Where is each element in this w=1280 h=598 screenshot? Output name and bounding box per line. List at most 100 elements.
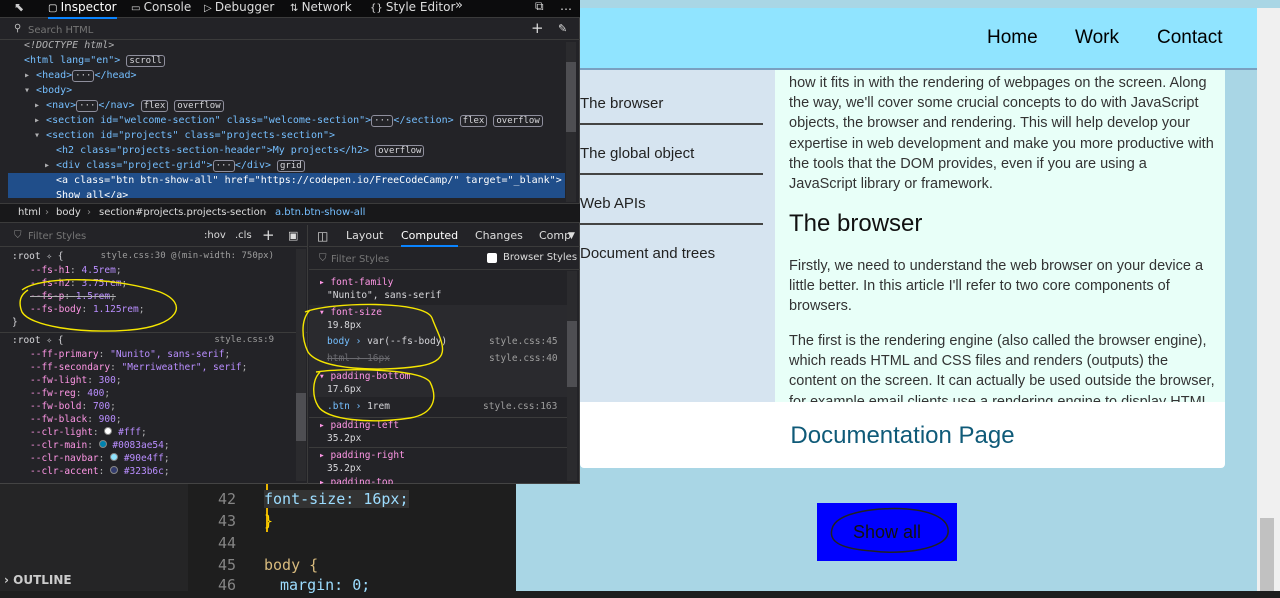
color-swatch[interactable]	[110, 453, 119, 461]
computed-filter-input[interactable]	[331, 252, 471, 266]
breadcrumb-anchor[interactable]: a.btn.btn-show-all	[275, 204, 365, 222]
tree-node-project-grid[interactable]: ▸ <div class="project-grid"> ··· </div> gr…	[44, 158, 305, 173]
browser-styles-checkbox[interactable]	[487, 253, 497, 263]
markup-tree: <!DOCTYPE html> <html lang="en"> scroll …	[0, 40, 565, 198]
search-html-input[interactable]	[28, 23, 508, 37]
css-declaration[interactable]: --clr-navbar: #90e4ff;	[30, 453, 170, 466]
color-swatch[interactable]	[98, 440, 107, 448]
rule-close: }	[12, 317, 18, 328]
computed-value: "Nunito", sans-serif	[327, 290, 442, 301]
markup-scrollthumb[interactable]	[566, 62, 576, 132]
tree-node-body[interactable]: ▾ <body>	[24, 83, 72, 98]
toc-item[interactable]: Document and trees	[580, 225, 763, 275]
computed-property[interactable]: ▾ font-size	[319, 307, 382, 318]
pick-element-icon[interactable]: ⬉	[14, 1, 24, 19]
css-declaration[interactable]: --fw-reg: 400;	[30, 388, 110, 401]
toggle-sidebar-icon[interactable]: ◫	[317, 225, 328, 247]
class-toggle[interactable]: .cls	[235, 230, 252, 241]
css-declaration[interactable]: --fw-light: 300;	[30, 375, 122, 388]
outline-section[interactable]: › OUTLINE	[0, 570, 188, 591]
computed-property[interactable]: ▸ padding-right	[319, 450, 405, 461]
filter-icon: ⛉	[14, 230, 22, 241]
dock-icon[interactable]: ⧉	[535, 0, 544, 18]
tab-console[interactable]: ▭ Console	[131, 1, 191, 19]
css-declaration[interactable]: --fw-bold: 700;	[30, 401, 116, 414]
computed-source-row-overridden[interactable]: html › 16px style.css:40	[327, 353, 567, 364]
computed-property[interactable]: ▾ padding-bottom	[319, 371, 411, 382]
tab-inspector[interactable]: ▢ Inspector	[48, 1, 117, 19]
tree-node-nav[interactable]: ▸ <nav> ··· </nav> flex overflow	[34, 98, 224, 113]
breadcrumb-html[interactable]: html	[18, 204, 41, 222]
scrollbar-thumb[interactable]	[1260, 518, 1274, 591]
eyedropper-icon[interactable]: ✎	[558, 22, 567, 35]
tree-node-projects-section[interactable]: ▾ <section id="projects" class="projects…	[34, 128, 335, 143]
console-icon: ▭	[131, 3, 144, 14]
documentation-card[interactable]: Documentation Page	[580, 402, 1225, 468]
tree-node-h2[interactable]: <h2 class="projects-section-header">My p…	[56, 143, 425, 158]
css-declaration[interactable]: --clr-accent: #323b6c;	[30, 466, 170, 479]
page-scrollbar[interactable]	[1257, 8, 1280, 591]
css-declaration[interactable]: --ff-primary: "Nunito", sans-serif;	[30, 349, 230, 362]
nav-link-work[interactable]: Work	[1075, 27, 1119, 49]
more-tabs-icon[interactable]: »	[455, 0, 463, 18]
tab-compatibility[interactable]: Comp	[539, 225, 571, 247]
rule-header: :root ✧ {style.css:30 @(min-width: 750px…	[12, 251, 274, 262]
print-media-icon[interactable]: ▣	[288, 229, 298, 242]
tab-debugger[interactable]: ▷ Debugger	[204, 1, 274, 19]
breadcrumb-body[interactable]: body	[56, 204, 81, 222]
breadcrumb: html › body › section#projects.projects-…	[0, 203, 580, 223]
tab-style-editor[interactable]: {} Style Editor	[370, 1, 455, 19]
editor-line: 45 body {	[217, 556, 319, 574]
editor-line: 43}	[217, 512, 274, 530]
editor-line: 42 font-size: 16px;	[217, 490, 409, 508]
toc-item[interactable]: The global object	[580, 125, 763, 175]
tab-layout[interactable]: Layout	[346, 225, 383, 247]
computed-property[interactable]: ▸ font-family	[319, 277, 393, 288]
inspector-icon: ▢	[48, 3, 61, 14]
css-declaration[interactable]: --fs-h1: 4.5rem;	[30, 265, 122, 278]
color-swatch[interactable]	[110, 466, 119, 474]
computed-property[interactable]: ▸ padding-top	[319, 477, 393, 484]
tab-computed[interactable]: Computed	[401, 225, 459, 247]
rules-scrollthumb[interactable]	[296, 393, 306, 441]
tree-node-head[interactable]: ▸ <head> ··· </head>	[24, 68, 137, 83]
computed-source-row[interactable]: .btn › 1rem style.css:163	[327, 401, 567, 412]
toc-item[interactable]: The browser	[580, 75, 763, 125]
css-declaration[interactable]: --fs-h2: 3.75rem;	[30, 278, 127, 291]
tree-node-show-all-link[interactable]: <a class="btn btn-show-all" href="https:…	[8, 173, 565, 198]
css-declaration[interactable]: --fw-black: 900;	[30, 414, 122, 427]
tab-network[interactable]: ⇅ Network	[290, 1, 352, 19]
rules-scrollbar[interactable]	[296, 249, 306, 481]
show-all-button[interactable]: Show all	[817, 503, 957, 561]
computed-scrollthumb[interactable]	[567, 321, 577, 387]
css-declaration-overridden[interactable]: --fs-p: 1.5rem;	[30, 291, 116, 304]
css-declaration[interactable]: --clr-light: #fff;	[30, 427, 147, 440]
add-rule-icon[interactable]: +	[262, 226, 275, 244]
tree-node-doctype[interactable]: <!DOCTYPE html>	[24, 40, 114, 53]
css-declaration[interactable]: --fs-body: 1.125rem;	[30, 304, 144, 317]
breadcrumb-section[interactable]: section#projects.projects-section	[99, 204, 266, 222]
color-swatch[interactable]	[104, 427, 113, 435]
css-declaration[interactable]: --ff-secondary: "Merriweather", serif;	[30, 362, 247, 375]
debugger-icon: ▷	[204, 3, 215, 14]
options-icon[interactable]: …	[560, 0, 572, 18]
computed-source-row[interactable]: body › var(--fs-body) style.css:45	[327, 336, 567, 347]
navbar: Home Work Contact	[580, 8, 1257, 70]
computed-value: 17.6px	[327, 384, 362, 395]
hover-toggle[interactable]: :hov	[204, 230, 226, 241]
rule-header: :root ✧ {style.css:9	[12, 335, 274, 346]
devtools-panel: ⬉ ▢ Inspector ▭ Console ▷ Debugger ⇅ Net…	[0, 0, 580, 484]
css-declaration[interactable]: --clr-main: #0083ae54;	[30, 440, 170, 453]
braces-icon: {}	[370, 3, 386, 14]
add-node-icon[interactable]: +	[531, 19, 544, 37]
computed-property[interactable]: ▸ padding-left	[319, 420, 399, 431]
nav-link-home[interactable]: Home	[987, 27, 1038, 49]
nav-link-contact[interactable]: Contact	[1157, 27, 1222, 49]
toc-item[interactable]: Web APIs	[580, 175, 763, 225]
filter-styles-input[interactable]	[28, 229, 188, 243]
chevron-down-icon[interactable]: ▼	[568, 225, 575, 247]
tree-node-welcome-section[interactable]: ▸ <section id="welcome-section" class="w…	[34, 113, 543, 128]
html-search-bar: ⚲ + ✎	[0, 19, 580, 40]
tree-node-html[interactable]: <html lang="en"> scroll	[24, 53, 165, 68]
tab-changes[interactable]: Changes	[475, 225, 523, 247]
